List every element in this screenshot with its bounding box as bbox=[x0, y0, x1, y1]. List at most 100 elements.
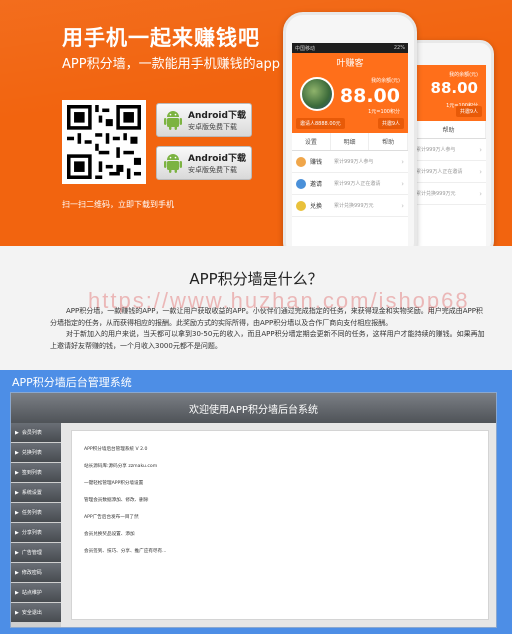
content-line: 会员签到、技巧、分享、推广应有尽有... bbox=[84, 549, 167, 554]
balance-panel: 我的余额(元) 88.00 1元=100积分 邀请人8888.00元 共邀9人 bbox=[292, 71, 408, 133]
avatar bbox=[300, 77, 334, 111]
list-item-name: 邀请 bbox=[310, 181, 323, 188]
download-label: Android下载 bbox=[188, 111, 246, 121]
android-download-button-2[interactable]: Android下载 安卓版免费下载 bbox=[156, 146, 252, 180]
sidebar-item-checkins[interactable]: ▶ 签到列表 bbox=[11, 463, 61, 482]
chevron-right-icon: ▶ bbox=[15, 529, 19, 536]
banner-title: 用手机一起来赚钱吧 bbox=[62, 26, 260, 50]
admin-sidebar: ▶ 会员列表 ▶ 兑换列表 ▶ 签到列表 ▶ 系统设置 ▶ 任务列表 ▶ 分享列表 ▶ 广告管… bbox=[11, 423, 61, 627]
tab-help: 帮助 bbox=[412, 121, 486, 138]
balance-label: 我的余额(元) bbox=[371, 78, 400, 84]
list-item-desc: 累计兑换999万元 bbox=[416, 191, 456, 197]
invite-icon bbox=[296, 178, 306, 189]
download-sublabel: 安卓版免费下载 bbox=[188, 166, 237, 174]
list-item: 累计999万人参与 › bbox=[412, 139, 486, 161]
list-item: 累计99万人正在邀请 › bbox=[412, 161, 486, 183]
sidebar-item-maintenance[interactable]: ▶ 站点维护 bbox=[11, 583, 61, 602]
phone-screen: 我的余额(元) 88.00 1元=100积分 共邀9人 帮助 累计999万人参与… bbox=[412, 65, 486, 246]
list-item-desc: 累计99万人正在邀请 bbox=[416, 169, 463, 175]
qr-code-icon bbox=[67, 105, 141, 179]
list-item: 邀请 累计99万人正在邀请 › bbox=[292, 173, 408, 195]
android-icon bbox=[164, 111, 182, 130]
chevron-right-icon: › bbox=[401, 179, 404, 188]
list-item: 赚钱 累计999万人参与 › bbox=[292, 151, 408, 173]
phone-mockup-secondary: 我的余额(元) 88.00 1元=100积分 共邀9人 帮助 累计999万人参与… bbox=[404, 40, 494, 246]
chevron-right-icon: ▶ bbox=[15, 449, 19, 456]
content-line: 站长源码库:源码分享 zzmaku.com bbox=[84, 464, 158, 469]
sidebar-item-label: 修改密码 bbox=[21, 570, 42, 576]
content-line: 一键轻松管理APP积分墙设置 bbox=[84, 481, 144, 486]
chevron-right-icon: ▶ bbox=[15, 569, 19, 576]
exchange-icon bbox=[296, 200, 306, 211]
download-sublabel: 安卓版免费下载 bbox=[188, 123, 237, 131]
chevron-right-icon: ▶ bbox=[15, 549, 19, 556]
tab-details: 明细 bbox=[331, 133, 370, 150]
chevron-right-icon: ▶ bbox=[15, 589, 19, 596]
tab-settings: 设置 bbox=[292, 133, 331, 150]
list-item-desc: 累计99万人正在邀请 bbox=[334, 181, 381, 187]
battery-label: 22% bbox=[393, 45, 405, 51]
qr-code bbox=[62, 100, 146, 184]
sidebar-item-label: 兑换列表 bbox=[21, 450, 42, 456]
phone-tabs: 设置 明细 帮助 bbox=[292, 133, 409, 151]
tab-help: 帮助 bbox=[369, 133, 409, 150]
android-icon bbox=[164, 154, 182, 173]
content-line: 会员兑换奖品设置、添加 bbox=[84, 532, 135, 537]
chevron-right-icon: ▶ bbox=[15, 609, 19, 616]
chevron-right-icon: › bbox=[401, 201, 404, 210]
sidebar-item-shares[interactable]: ▶ 分享列表 bbox=[11, 523, 61, 542]
sidebar-item-exchanges[interactable]: ▶ 兑换列表 bbox=[11, 443, 61, 462]
balance-label: 我的余额(元) bbox=[449, 72, 478, 78]
sidebar-item-label: 安全退出 bbox=[21, 610, 42, 616]
banner-subtitle: APP积分墙，一款能用手机赚钱的app bbox=[62, 57, 281, 72]
coin-icon bbox=[296, 156, 306, 167]
scan-hint: 扫一扫二维码，立即下载到手机 bbox=[62, 200, 174, 209]
list-item-desc: 累计兑换999万元 bbox=[334, 203, 374, 209]
sidebar-item-settings[interactable]: ▶ 系统设置 bbox=[11, 483, 61, 502]
sidebar-item-password[interactable]: ▶ 修改密码 bbox=[11, 563, 61, 582]
phone-screen: 中国移动 22% 叶赚客 我的余额(元) 88.00 1元=100积分 邀请人8… bbox=[292, 43, 409, 246]
sidebar-item-label: 广告管理 bbox=[21, 550, 42, 556]
balance-value: 88.00 bbox=[430, 79, 478, 97]
chevron-right-icon: ▶ bbox=[15, 469, 19, 476]
sidebar-item-label: 分享列表 bbox=[21, 530, 42, 536]
intro-title: APP积分墙是什么？ bbox=[189, 270, 323, 288]
balance-panel: 我的余额(元) 88.00 1元=100积分 共邀9人 bbox=[412, 65, 486, 121]
sidebar-item-members[interactable]: ▶ 会员列表 bbox=[11, 423, 61, 442]
carrier-label: 中国移动 bbox=[295, 45, 316, 52]
admin-title: APP积分墙后台管理系统 bbox=[12, 376, 132, 389]
list-item-name: 兑换 bbox=[310, 203, 323, 210]
intro-paragraph: 对于新加入的用户来说，当天都可以拿到30-50元的收入，而且APP积分墙定期会更… bbox=[50, 330, 485, 350]
list-item: 兑换 累计兑换999万元 › bbox=[292, 195, 408, 217]
chevron-right-icon: ▶ bbox=[15, 489, 19, 496]
balance-value: 88.00 bbox=[339, 85, 400, 107]
inviter-earnings-chip: 邀请人8888.00元 bbox=[296, 118, 345, 129]
sidebar-item-ads[interactable]: ▶ 广告管理 bbox=[11, 543, 61, 562]
list-item-name: 赚钱 bbox=[310, 159, 323, 166]
android-download-button[interactable]: Android下载 安卓版免费下载 bbox=[156, 103, 252, 137]
content-line: 管理会员数据添加、修改、删除 bbox=[84, 498, 149, 503]
admin-panel: APP积分墙后台管理系统 欢迎使用APP积分墙后台系统 ▶ 会员列表 ▶ 兑换列表 … bbox=[0, 370, 512, 634]
admin-content: APP积分墙后台管理系统 V 2.0 站长源码库:源码分享 zzmaku.com… bbox=[71, 430, 489, 620]
intro-section: APP积分墙是什么？ APP积分墙，一款赚钱的APP，一款让用户获取收益的APP… bbox=[0, 246, 512, 370]
sidebar-item-label: 任务列表 bbox=[21, 510, 42, 516]
chevron-right-icon: › bbox=[479, 167, 482, 176]
chevron-right-icon: › bbox=[479, 189, 482, 198]
admin-window: 欢迎使用APP积分墙后台系统 ▶ 会员列表 ▶ 兑换列表 ▶ 签到列表 ▶ 系统设置 ▶… bbox=[10, 392, 497, 628]
list-item-desc: 累计999万人参与 bbox=[334, 159, 374, 165]
chevron-right-icon: ▶ bbox=[15, 429, 19, 436]
chevron-right-icon: › bbox=[479, 145, 482, 154]
phone-mockup: 中国移动 22% 叶赚客 我的余额(元) 88.00 1元=100积分 邀请人8… bbox=[283, 12, 417, 246]
watermark: https://www.huzhan.com/ishop68 bbox=[88, 288, 470, 313]
exchange-rate: 1元=100积分 bbox=[368, 109, 400, 115]
sidebar-item-label: 站点维护 bbox=[21, 590, 42, 596]
invite-count-chip: 共邀9人 bbox=[455, 106, 482, 117]
list-item: 累计兑换999万元 › bbox=[412, 183, 486, 205]
sidebar-item-tasks[interactable]: ▶ 任务列表 bbox=[11, 503, 61, 522]
sidebar-item-label: 签到列表 bbox=[21, 470, 42, 476]
app-title: 叶赚客 bbox=[292, 53, 408, 71]
sidebar-item-label: 系统设置 bbox=[21, 490, 42, 496]
status-bar: 中国移动 22% bbox=[292, 43, 408, 53]
sidebar-item-logout[interactable]: ▶ 安全退出 bbox=[11, 603, 61, 622]
download-label: Android下载 bbox=[188, 154, 246, 164]
